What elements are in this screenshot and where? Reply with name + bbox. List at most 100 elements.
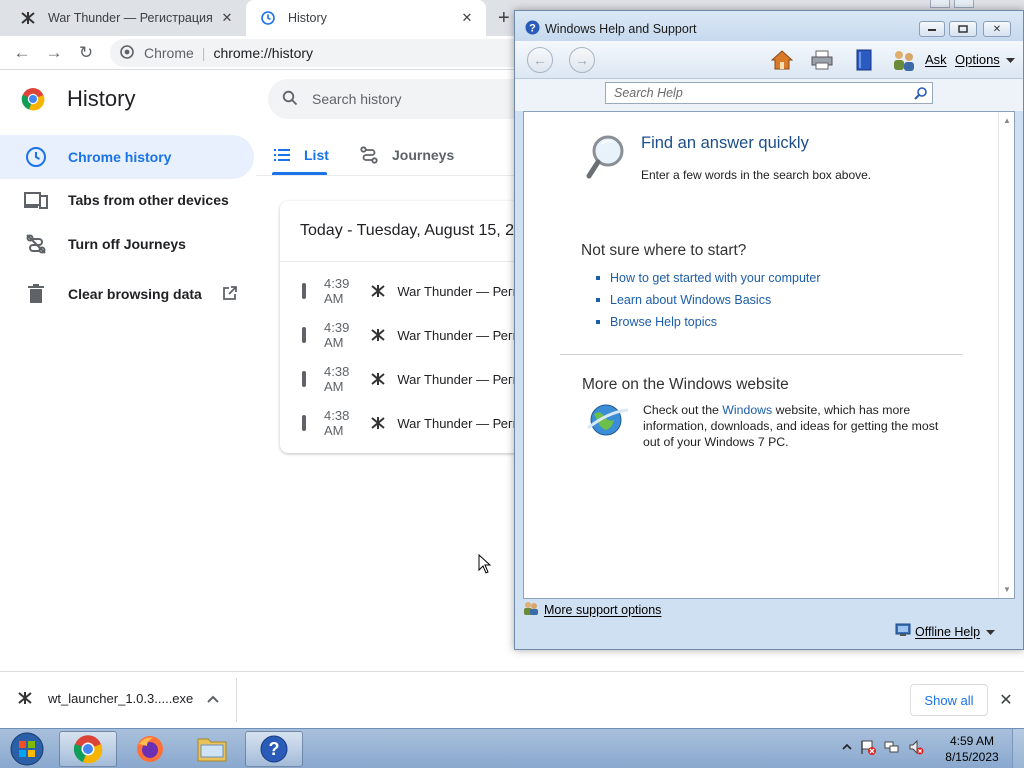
back-arrow-icon[interactable]: ←	[10, 41, 34, 65]
sidebar-item-tabs-other-devices[interactable]: Tabs from other devices	[0, 178, 256, 222]
war-thunder-icon	[20, 10, 36, 26]
sidebar-item-turn-off-journeys[interactable]: Turn off Journeys	[0, 222, 256, 266]
tab-list[interactable]: List	[274, 135, 329, 175]
clock-icon	[24, 145, 48, 169]
volume-muted-icon[interactable]	[908, 739, 924, 755]
forward-arrow-icon[interactable]: →	[42, 41, 66, 65]
help-link-label: Browse Help topics	[610, 315, 717, 329]
help-link[interactable]: Browse Help topics	[596, 315, 717, 329]
chevron-up-icon[interactable]	[205, 691, 221, 707]
help-link[interactable]: How to get started with your computer	[596, 271, 821, 285]
search-icon	[282, 90, 298, 109]
row-checkbox[interactable]	[302, 371, 306, 387]
sidebar-item-chrome-history[interactable]: Chrome history	[0, 135, 254, 179]
back-arrow-icon[interactable]: ←	[527, 47, 553, 73]
war-thunder-icon	[371, 416, 385, 430]
url-text: chrome://history	[213, 45, 314, 61]
ask-button[interactable]: Ask	[925, 52, 947, 67]
section-divider	[560, 354, 962, 355]
new-tab-button[interactable]: +	[498, 7, 510, 30]
history-row[interactable]: 4:38 AM War Thunder — Регистрация	[280, 357, 540, 401]
print-icon[interactable]	[809, 47, 835, 73]
svg-text:?: ?	[529, 23, 536, 35]
journeys-icon	[360, 146, 378, 164]
journeys-off-icon	[24, 232, 48, 256]
find-answer-subtitle: Enter a few words in the search box abov…	[641, 168, 872, 182]
windows-taskbar: ? 4:59 AM 8/15/2023	[0, 728, 1024, 768]
tab-journeys[interactable]: Journeys	[360, 135, 454, 175]
help-scrollbar[interactable]: ▲ ▼	[998, 112, 1014, 598]
scroll-down-arrow-icon[interactable]: ▼	[1003, 585, 1011, 594]
download-item[interactable]: wt_launcher_1.0.3.....exe	[16, 690, 193, 706]
war-thunder-icon	[371, 372, 385, 386]
list-icon	[274, 149, 290, 161]
taskbar-firefox-icon[interactable]	[121, 731, 179, 767]
background-window-minimize[interactable]	[930, 0, 950, 8]
chevron-down-icon	[1005, 52, 1015, 67]
offline-help-icon	[895, 623, 911, 640]
sidebar-item-clear-browsing-data[interactable]: Clear browsing data	[0, 272, 256, 316]
tab-war-thunder[interactable]: War Thunder — Регистрация ✕	[0, 0, 246, 36]
start-button[interactable]	[2, 730, 52, 768]
tab-label: Journeys	[392, 147, 455, 163]
history-row[interactable]: 4:38 AM War Thunder — Регистрация	[280, 401, 540, 445]
network-icon[interactable]	[884, 739, 900, 755]
more-support-options[interactable]: More support options	[523, 601, 661, 618]
offline-help-label: Offline Help	[915, 624, 981, 639]
help-search-input[interactable]: Search Help	[605, 82, 933, 104]
windows-website-link[interactable]: Windows	[722, 403, 772, 417]
magnifier-icon	[586, 134, 626, 185]
maximize-button[interactable]	[949, 21, 977, 37]
reload-icon[interactable]: ↻	[74, 41, 98, 65]
more-text-before: Check out the	[643, 403, 723, 417]
scroll-up-arrow-icon[interactable]: ▲	[1003, 116, 1011, 125]
ask-people-icon[interactable]	[891, 47, 917, 73]
help-link-label: How to get started with your computer	[610, 271, 821, 285]
taskbar-explorer-icon[interactable]	[183, 731, 241, 767]
tab-history[interactable]: History ✕	[246, 0, 486, 36]
browse-help-icon[interactable]	[851, 47, 877, 73]
system-tray	[842, 739, 932, 755]
history-row[interactable]: 4:39 AM War Thunder — Регистрация	[280, 313, 540, 357]
show-desktop-button[interactable]	[1012, 729, 1024, 768]
tray-expand-icon[interactable]	[842, 743, 852, 751]
war-thunder-icon	[371, 328, 385, 342]
sidebar-item-label: Tabs from other devices	[68, 192, 229, 208]
close-icon[interactable]: ✕	[458, 9, 476, 27]
clock-time: 4:59 AM	[949, 734, 995, 748]
minimize-button[interactable]	[919, 21, 945, 37]
action-center-flag-icon[interactable]	[860, 739, 876, 755]
taskbar-help-icon[interactable]: ?	[245, 731, 303, 767]
bullet-icon	[596, 276, 600, 280]
close-icon[interactable]: ✕	[996, 690, 1016, 710]
background-window-maximize[interactable]	[954, 0, 974, 8]
day-header: Today - Tuesday, August 15, 2023	[300, 222, 540, 239]
row-checkbox[interactable]	[302, 415, 306, 431]
row-checkbox[interactable]	[302, 327, 306, 343]
taskbar-chrome-icon[interactable]	[59, 731, 117, 767]
history-day-card: Today - Tuesday, August 15, 2023 4:39 AM…	[280, 201, 540, 453]
more-support-label: More support options	[544, 602, 662, 617]
options-label: Options	[955, 52, 1000, 67]
taskbar-clock[interactable]: 4:59 AM 8/15/2023	[944, 733, 1000, 765]
home-icon[interactable]	[769, 47, 795, 73]
show-all-button[interactable]: Show all	[910, 684, 988, 716]
row-checkbox[interactable]	[302, 283, 306, 299]
options-menu[interactable]: Options	[955, 52, 1015, 67]
close-icon[interactable]: ✕	[218, 9, 236, 27]
more-heading: More on the Windows website	[582, 376, 789, 393]
help-link[interactable]: Learn about Windows Basics	[596, 293, 771, 307]
help-titlebar[interactable]: ? Windows Help and Support ✕	[515, 11, 1023, 41]
globe-icon	[586, 402, 630, 443]
offline-help-menu[interactable]: Offline Help	[895, 623, 996, 640]
site-label: Chrome	[144, 45, 194, 61]
search-icon[interactable]	[914, 86, 928, 103]
download-file-name: wt_launcher_1.0.3.....exe	[48, 690, 194, 706]
tab-divider	[256, 175, 516, 176]
forward-arrow-icon[interactable]: →	[569, 47, 595, 73]
help-search-placeholder: Search Help	[614, 86, 683, 100]
help-content-pane: Find an answer quickly Enter a few words…	[523, 111, 1015, 599]
history-row[interactable]: 4:39 AM War Thunder — Регистрация	[280, 269, 540, 313]
open-in-new-icon	[222, 285, 238, 304]
close-button[interactable]: ✕	[983, 21, 1011, 37]
